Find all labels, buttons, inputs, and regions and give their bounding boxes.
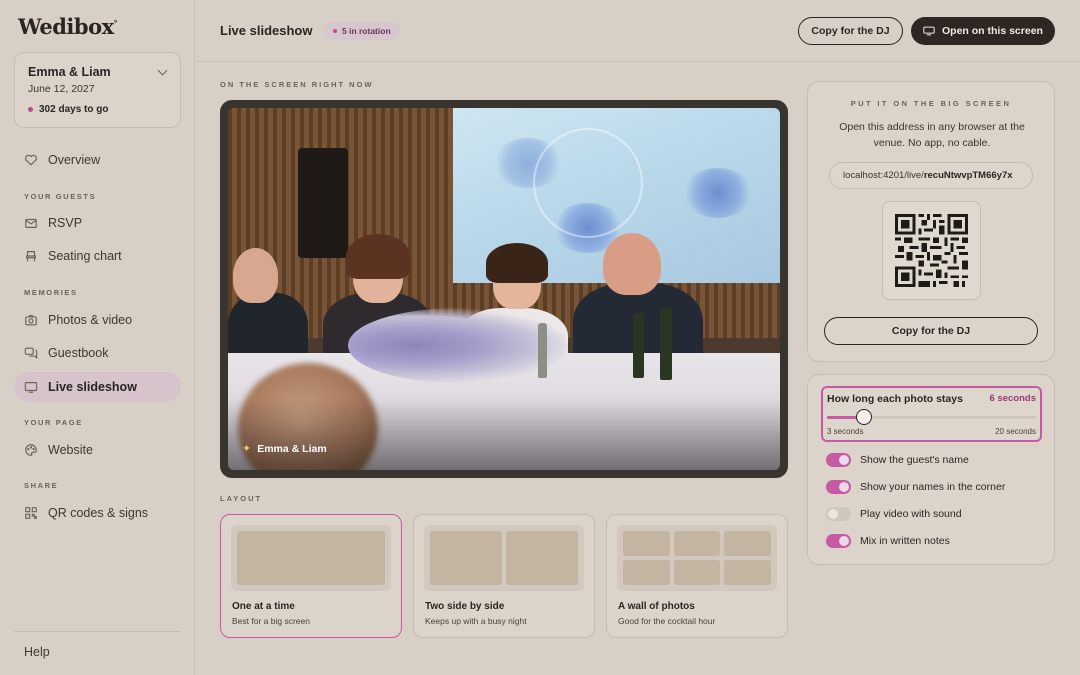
- layout-option-subtitle: Best for a big screen: [232, 616, 310, 626]
- layout-option-wall-of-photos[interactable]: A wall of photos Good for the cocktail h…: [606, 514, 788, 638]
- sidebar-item-qr-codes-signs[interactable]: QR codes & signs: [14, 498, 181, 528]
- big-screen-panel: PUT IT ON THE BIG SCREEN Open this addre…: [807, 81, 1055, 362]
- big-screen-description: Open this address in any browser at the …: [839, 121, 1025, 149]
- sidebar-item-help[interactable]: Help: [24, 645, 50, 659]
- names-corner-toggle[interactable]: [826, 480, 851, 494]
- slideshow-preview-photo: ✦ Emma & Liam: [228, 108, 780, 470]
- sidebar-item-rsvp[interactable]: RSVP: [14, 208, 181, 238]
- slider-min-label: 3 seconds: [827, 427, 864, 436]
- qr-grid-icon: [24, 506, 38, 520]
- monitor-icon: [24, 380, 38, 394]
- nav-section-your-page: YOUR PAGE: [24, 418, 83, 427]
- photo-duration-slider[interactable]: [827, 409, 1036, 425]
- toggle-row-video-sound[interactable]: Play video with sound: [826, 506, 962, 522]
- sidebar: Wedibox° Emma & Liam June 12, 2027 302 d…: [0, 0, 195, 675]
- layout-option-subtitle: Keeps up with a busy night: [425, 616, 527, 626]
- sidebar-item-guestbook[interactable]: Guestbook: [14, 338, 181, 368]
- camera-icon: [24, 313, 38, 327]
- chair-icon: [24, 249, 38, 263]
- event-switcher[interactable]: Emma & Liam June 12, 2027 302 days to go: [14, 52, 181, 128]
- sidebar-item-photos-video[interactable]: Photos & video: [14, 305, 181, 335]
- layout-option-two-side-by-side[interactable]: Two side by side Keeps up with a busy ni…: [413, 514, 595, 638]
- event-countdown: 302 days to go: [28, 104, 108, 115]
- layout-preview-single: [231, 525, 391, 591]
- slideshow-settings-panel: How long each photo stays 6 seconds 3 se…: [807, 374, 1055, 565]
- event-names: Emma & Liam: [28, 65, 111, 79]
- photo-duration-value: 6 seconds: [989, 393, 1036, 404]
- top-bar: Live slideshow 5 in rotation Copy for th…: [196, 0, 1080, 62]
- heart-icon: [24, 153, 38, 167]
- layout-section-label: LAYOUT: [220, 494, 263, 503]
- copy-for-dj-button[interactable]: Copy for the DJ: [798, 17, 903, 45]
- toggle-row-guest-name[interactable]: Show the guest's name: [826, 452, 969, 468]
- photo-duration-label: How long each photo stays: [827, 393, 963, 405]
- slideshow-caption: ✦ Emma & Liam: [242, 442, 327, 456]
- sidebar-item-website[interactable]: Website: [14, 435, 181, 465]
- sidebar-item-live-slideshow[interactable]: Live slideshow: [14, 372, 181, 402]
- sidebar-item-seating-chart[interactable]: Seating chart: [14, 241, 181, 271]
- layout-option-title: A wall of photos: [618, 601, 695, 612]
- toggle-row-names-corner[interactable]: Show your names in the corner: [826, 479, 1005, 495]
- written-notes-toggle[interactable]: [826, 534, 851, 548]
- slider-thumb[interactable]: [855, 409, 872, 425]
- nav-section-guests: YOUR GUESTS: [24, 192, 97, 201]
- layout-option-one-at-a-time[interactable]: One at a time Best for a big screen: [220, 514, 402, 638]
- layout-option-title: Two side by side: [425, 601, 505, 612]
- preview-section-label: ON THE SCREEN RIGHT NOW: [220, 80, 374, 89]
- layout-preview-two: [424, 525, 584, 591]
- logo[interactable]: Wedibox°: [18, 14, 118, 39]
- countdown-dot-icon: [28, 107, 33, 112]
- monitor-icon: [923, 26, 935, 36]
- open-on-this-screen-button[interactable]: Open on this screen: [911, 17, 1055, 45]
- qr-code: [882, 201, 981, 300]
- rotation-badge: 5 in rotation: [324, 22, 400, 40]
- nav-section-share: SHARE: [24, 481, 59, 490]
- video-sound-toggle[interactable]: [826, 507, 851, 521]
- badge-dot-icon: [333, 29, 337, 33]
- toggle-row-written-notes[interactable]: Mix in written notes: [826, 533, 950, 549]
- page-title: Live slideshow: [220, 23, 313, 38]
- event-date: June 12, 2027: [28, 83, 95, 95]
- chat-bubbles-icon: [24, 346, 38, 360]
- layout-option-title: One at a time: [232, 601, 295, 612]
- big-screen-heading: PUT IT ON THE BIG SCREEN: [850, 99, 1012, 108]
- panel-copy-for-dj-button[interactable]: Copy for the DJ: [824, 317, 1038, 345]
- slideshow-preview-frame: ✦ Emma & Liam: [220, 100, 788, 478]
- qr-code-icon: [895, 214, 968, 287]
- slider-max-label: 20 seconds: [995, 427, 1036, 436]
- guest-name-toggle[interactable]: [826, 453, 851, 467]
- nav-section-memories: MEMORIES: [24, 288, 78, 297]
- sparkle-icon: ✦: [242, 443, 252, 455]
- photo-duration-control: How long each photo stays 6 seconds 3 se…: [821, 386, 1042, 442]
- sidebar-item-overview[interactable]: Overview: [14, 145, 181, 175]
- sidebar-divider: [14, 631, 181, 632]
- palette-icon: [24, 443, 38, 457]
- layout-preview-wall: [617, 525, 777, 591]
- live-url-field[interactable]: localhost:4201/live/recuNtwvpTM66y7x: [829, 162, 1033, 189]
- chevron-down-icon[interactable]: [157, 65, 168, 76]
- layout-option-subtitle: Good for the cocktail hour: [618, 616, 716, 626]
- envelope-icon: [24, 216, 38, 230]
